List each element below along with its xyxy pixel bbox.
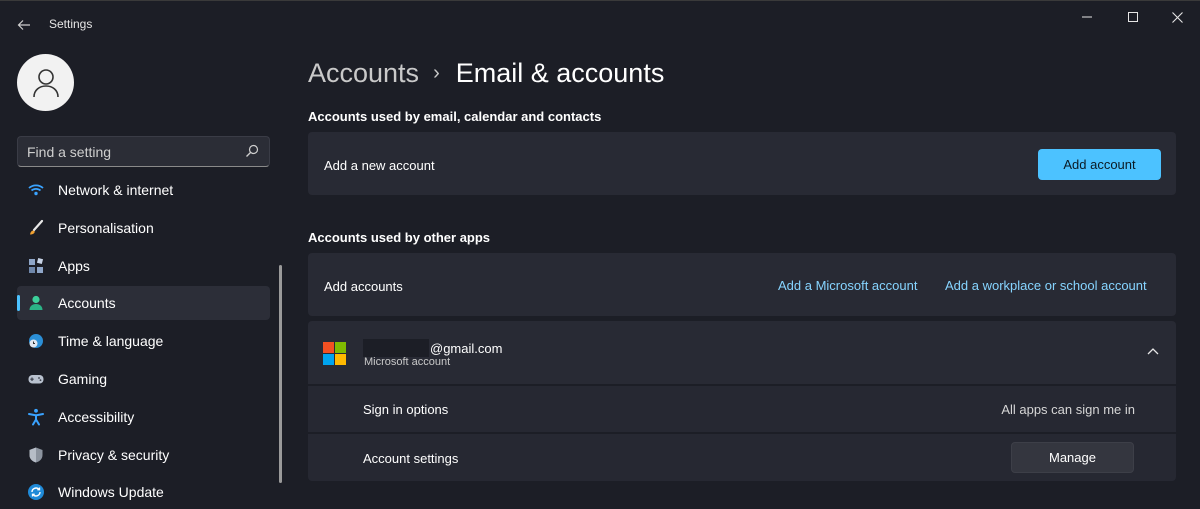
sidebar-item-personalisation[interactable]: Personalisation [17, 211, 270, 245]
section-heading-email: Accounts used by email, calendar and con… [308, 109, 602, 124]
sign-in-options-value: All apps can sign me in [1001, 402, 1135, 417]
wifi-icon [28, 184, 44, 196]
minimize-button[interactable] [1064, 1, 1110, 33]
add-new-account-label: Add a new account [324, 158, 435, 173]
person-icon [29, 296, 43, 311]
sidebar-item-label: Gaming [58, 370, 108, 387]
back-button[interactable] [10, 11, 38, 39]
sidebar-item-accounts[interactable]: Accounts [17, 286, 270, 321]
breadcrumb: Accounts › Email & accounts [308, 55, 664, 91]
close-icon [1171, 11, 1183, 23]
sidebar-item-label: Windows Update [58, 484, 164, 501]
sidebar-scrollbar[interactable] [279, 265, 282, 483]
sidebar-item-label: Accounts [58, 295, 116, 312]
sidebar-item-label: Apps [58, 257, 90, 274]
brush-icon [30, 219, 44, 235]
sidebar-item-label: Network & internet [58, 182, 174, 198]
breadcrumb-parent[interactable]: Accounts [308, 58, 419, 89]
microsoft-logo-icon [323, 342, 346, 365]
sidebar-item-label: Time & language [58, 333, 164, 350]
app-title: Settings [49, 17, 93, 31]
add-workplace-account-link[interactable]: Add a workplace or school account [945, 278, 1147, 293]
title-bar: Settings [0, 1, 1200, 45]
add-new-account-card: Add a new account Add account [308, 132, 1176, 195]
account-expander[interactable]: @gmail.com Microsoft account [308, 321, 1176, 384]
maximize-button[interactable] [1110, 1, 1156, 33]
chevron-right-icon: › [433, 61, 440, 84]
globe-clock-icon [29, 334, 43, 349]
search-box[interactable] [17, 136, 270, 167]
account-email: @gmail.com [363, 339, 502, 357]
add-microsoft-account-link[interactable]: Add a Microsoft account [778, 278, 917, 293]
shield-icon [29, 447, 43, 463]
account-type: Microsoft account [364, 356, 451, 368]
sidebar-item-time-language[interactable]: Time & language [17, 324, 270, 358]
redacted-username [363, 339, 429, 357]
add-account-button[interactable]: Add account [1038, 149, 1161, 180]
avatar[interactable] [17, 54, 74, 111]
sidebar-item-label: Personalisation [58, 219, 154, 236]
sidebar-item-privacy-security[interactable]: Privacy & security [17, 438, 270, 472]
back-arrow-icon [17, 20, 30, 30]
close-button[interactable] [1154, 1, 1200, 33]
sign-in-options-label: Sign in options [363, 402, 449, 417]
section-heading-other-apps: Accounts used by other apps [308, 230, 491, 245]
search-input[interactable] [27, 142, 237, 162]
minimize-icon [1082, 16, 1092, 18]
chevron-up-icon[interactable] [1147, 347, 1159, 355]
sidebar-item-apps[interactable]: Apps [17, 249, 270, 283]
sidebar-item-accessibility[interactable]: Accessibility [17, 400, 270, 434]
settings-window: Settings Netwo [0, 0, 1200, 509]
gamepad-icon [28, 374, 44, 384]
sidebar-nav: Network & internet Personalisation Apps [17, 173, 270, 509]
sidebar-item-label: Privacy & security [58, 446, 170, 463]
search-icon [246, 144, 259, 157]
sidebar-item-label: Accessibility [58, 408, 135, 425]
accessibility-icon [28, 408, 44, 426]
account-settings-row: Account settings Manage [308, 433, 1176, 481]
account-settings-label: Account settings [363, 451, 459, 466]
add-accounts-label: Add accounts [324, 279, 403, 294]
sidebar-item-gaming[interactable]: Gaming [17, 362, 270, 396]
sidebar-item-network[interactable]: Network & internet [17, 173, 270, 207]
person-icon [32, 68, 59, 97]
manage-button[interactable]: Manage [1011, 442, 1134, 473]
sync-icon [28, 484, 44, 501]
page-title: Email & accounts [455, 57, 665, 88]
sidebar-item-windows-update[interactable]: Windows Update [17, 475, 270, 509]
maximize-icon [1128, 12, 1138, 22]
add-accounts-card: Add accounts Add a Microsoft account Add… [308, 253, 1176, 316]
apps-icon [29, 257, 44, 273]
sign-in-options-row: Sign in options All apps can sign me in [308, 385, 1176, 432]
